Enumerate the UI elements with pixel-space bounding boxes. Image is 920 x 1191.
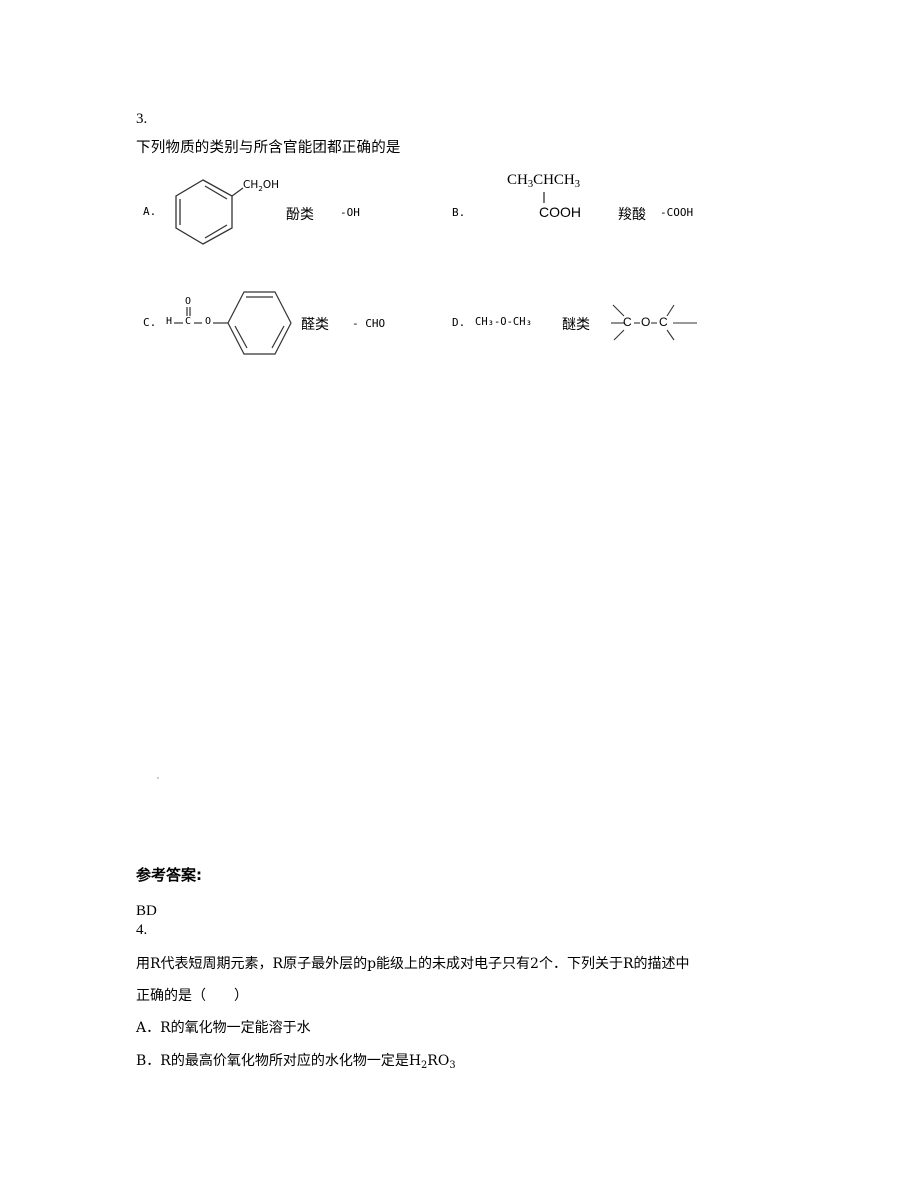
question-4-option-a: A．R的氧化物一定能溶于水 — [136, 1020, 311, 1036]
ether-c2: C — [659, 315, 668, 329]
answer-heading: 参考答案: — [136, 866, 202, 884]
question-4-option-b: B．R的最高价氧化物所对应的水化物一定是H2RO3 — [136, 1053, 456, 1071]
ether-o: O — [641, 315, 651, 329]
question-4-number: 4. — [136, 922, 148, 938]
ether-functional-group-bonds — [611, 304, 697, 341]
answer-value: BD — [136, 903, 157, 919]
ether-c1: C — [623, 315, 632, 329]
question-4-stem-line2: 正确的是（ ） — [136, 988, 248, 1004]
question-4-stem-line1: 用R代表短周期元素，R原子最外层的p能级上的未成对电子只有2个．下列关于R的描述… — [136, 956, 690, 972]
stray-mark — [157, 777, 159, 779]
